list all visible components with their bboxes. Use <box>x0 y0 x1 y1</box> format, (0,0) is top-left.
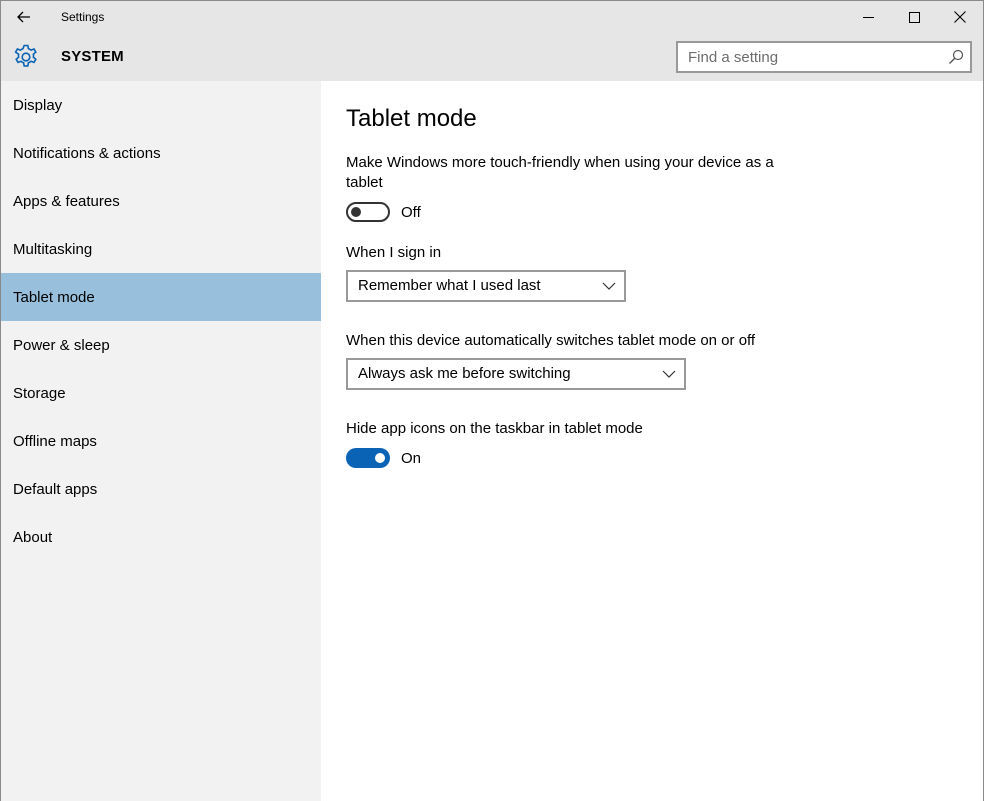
close-button[interactable] <box>937 1 983 33</box>
window-title: Settings <box>61 10 105 24</box>
sidebar-item-apps-features[interactable]: Apps & features <box>1 177 321 225</box>
auto-switch-selected: Always ask me before switching <box>358 365 571 382</box>
close-icon <box>954 11 966 23</box>
touch-friendly-description-line1: Make Windows more touch-friendly when us… <box>346 154 774 171</box>
title-bar: Settings <box>1 1 983 33</box>
back-button[interactable] <box>1 1 47 33</box>
hide-icons-label: Hide app icons on the taskbar in tablet … <box>346 420 643 437</box>
search-box[interactable] <box>676 41 972 73</box>
sidebar-item-storage[interactable]: Storage <box>1 369 321 417</box>
sidebar-item-multitasking[interactable]: Multitasking <box>1 225 321 273</box>
search-input[interactable] <box>678 43 938 71</box>
touch-friendly-state: Off <box>401 204 421 221</box>
minimize-icon <box>862 16 874 18</box>
sidebar-item-display[interactable]: Display <box>1 81 321 129</box>
sidebar-item-label: Notifications & actions <box>13 144 161 162</box>
maximize-button[interactable] <box>891 1 937 33</box>
sidebar-item-about[interactable]: About <box>1 513 321 561</box>
toggle-knob <box>351 207 361 217</box>
maximize-icon <box>908 11 920 23</box>
main-content: Tablet mode Make Windows more touch-frie… <box>321 81 983 801</box>
page-title: Tablet mode <box>346 105 477 132</box>
sidebar-item-power-sleep[interactable]: Power & sleep <box>1 321 321 369</box>
sidebar-item-label: Power & sleep <box>13 336 110 354</box>
search-icon[interactable] <box>948 49 964 65</box>
settings-window: Settings SYSTEM Find a setting Display N… <box>0 0 984 801</box>
sidebar-item-label: Multitasking <box>13 240 93 258</box>
sidebar-item-label: About <box>13 528 53 546</box>
toggle-knob <box>375 453 385 463</box>
sidebar-item-label: Storage <box>13 384 66 402</box>
sidebar-item-default-apps[interactable]: Default apps <box>1 465 321 513</box>
touch-friendly-toggle[interactable] <box>346 202 390 222</box>
sidebar-item-label: Default apps <box>13 480 98 498</box>
sign-in-selected: Remember what I used last <box>358 277 541 294</box>
sidebar-item-notifications[interactable]: Notifications & actions <box>1 129 321 177</box>
sidebar-item-tablet-mode[interactable]: Tablet mode <box>1 273 321 321</box>
auto-switch-label: When this device automatically switches … <box>346 332 756 349</box>
auto-switch-dropdown[interactable]: Always ask me before switching <box>346 358 686 390</box>
back-arrow-icon <box>17 11 30 23</box>
touch-friendly-description-line2: tablet <box>346 174 383 191</box>
chevron-down-icon <box>662 370 676 378</box>
sidebar-item-label: Apps & features <box>13 192 120 210</box>
touch-friendly-description: Make Windows more touch-friendly when us… <box>346 153 774 193</box>
sign-in-label: When I sign in <box>346 244 442 261</box>
sign-in-dropdown[interactable]: Remember what I used last <box>346 270 626 302</box>
minimize-button[interactable] <box>845 1 891 33</box>
gear-icon <box>14 44 37 67</box>
sidebar: Display Notifications & actions Apps & f… <box>1 81 321 801</box>
hide-icons-toggle[interactable] <box>346 448 390 468</box>
chevron-down-icon <box>602 282 616 290</box>
settings-header: SYSTEM <box>1 33 983 81</box>
sidebar-item-offline-maps[interactable]: Offline maps <box>1 417 321 465</box>
sidebar-item-label: Offline maps <box>13 432 97 450</box>
sidebar-item-label: Display <box>13 96 63 114</box>
section-title: SYSTEM <box>61 48 124 65</box>
hide-icons-state: On <box>401 450 422 467</box>
sidebar-item-label: Tablet mode <box>13 288 95 306</box>
